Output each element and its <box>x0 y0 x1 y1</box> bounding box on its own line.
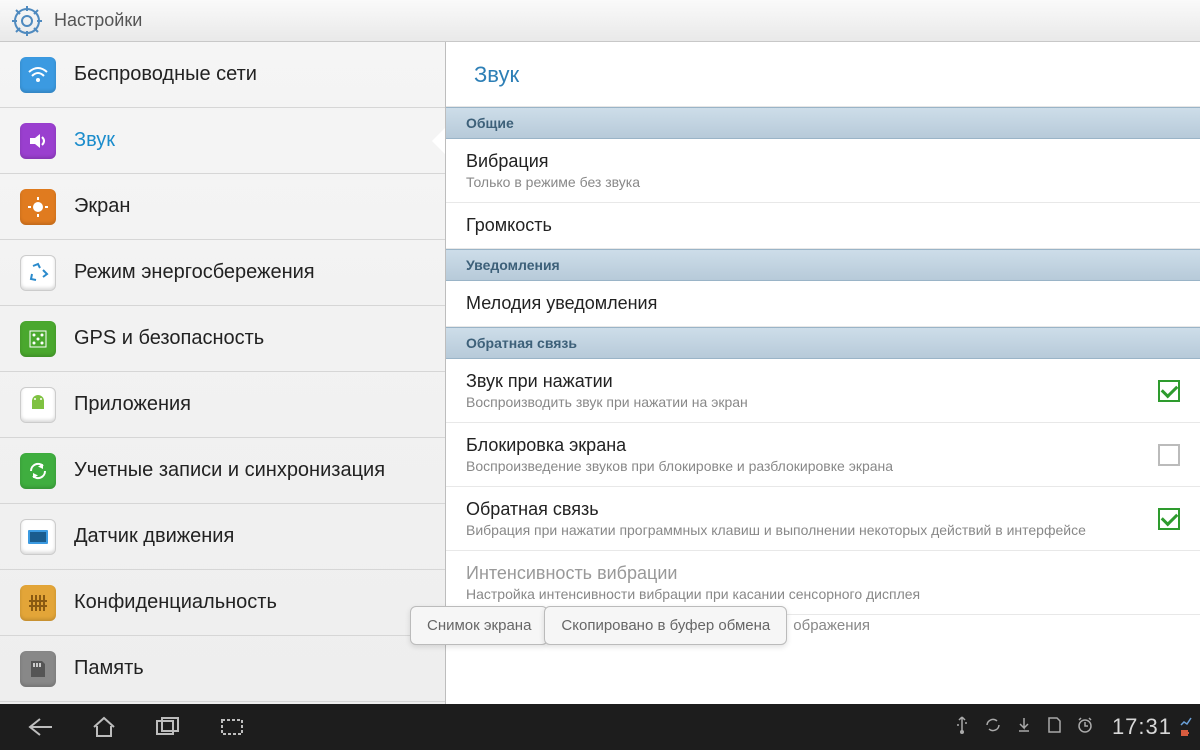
row-touch-sounds[interactable]: Звук при нажатии Воспроизводить звук при… <box>446 359 1200 423</box>
sync-status-icon <box>984 716 1002 739</box>
row-subtitle: Только в режиме без звука <box>466 174 1180 190</box>
section-header-feedback: Обратная связь <box>446 327 1200 359</box>
sidebar-item-label: Память <box>74 657 144 680</box>
sidebar-item-label: Режим энергосбережения <box>74 261 315 284</box>
toast-container: Снимок экрана Скопировано в буфер обмена… <box>410 606 870 645</box>
section-header-general: Общие <box>446 107 1200 139</box>
row-vibration[interactable]: Вибрация Только в режиме без звука <box>446 139 1200 203</box>
sidebar: Беспроводные сети Звук Экран Режим энерг… <box>0 42 446 704</box>
row-screen-lock-sound[interactable]: Блокировка экрана Воспроизведение звуков… <box>446 423 1200 487</box>
row-subtitle: Воспроизведение звуков при блокировке и … <box>466 458 1158 474</box>
page-title: Настройки <box>54 10 142 31</box>
back-button[interactable] <box>8 704 72 750</box>
sidebar-item-storage[interactable]: Память <box>0 636 445 702</box>
system-navbar: 17:31 <box>0 704 1200 750</box>
section-header-notifications: Уведомления <box>446 249 1200 281</box>
motion-icon <box>20 519 56 555</box>
row-haptic-feedback[interactable]: Обратная связь Вибрация при нажатии прог… <box>446 487 1200 551</box>
sidebar-item-label: Приложения <box>74 393 191 416</box>
row-title: Громкость <box>466 215 1180 236</box>
row-title: Обратная связь <box>466 499 1158 520</box>
recent-apps-button[interactable] <box>136 704 200 750</box>
recycle-icon <box>20 255 56 291</box>
sidebar-item-label: Конфиденциальность <box>74 591 277 614</box>
usb-icon <box>954 715 970 740</box>
apps-icon <box>20 387 56 423</box>
sidebar-item-power-saving[interactable]: Режим энергосбережения <box>0 240 445 306</box>
sidebar-item-label: Учетные записи и синхронизация <box>74 459 385 482</box>
status-icons[interactable] <box>954 715 1094 740</box>
alarm-icon <box>1076 716 1094 739</box>
storage-icon <box>20 651 56 687</box>
sidebar-item-label: Беспроводные сети <box>74 63 257 86</box>
sidebar-item-gps-security[interactable]: GPS и безопасность <box>0 306 445 372</box>
sound-icon <box>20 123 56 159</box>
sidebar-item-privacy[interactable]: Конфиденциальность <box>0 570 445 636</box>
sidebar-item-label: Датчик движения <box>74 525 234 548</box>
display-icon <box>20 189 56 225</box>
toast-tail-text: ображения <box>793 617 870 634</box>
home-button[interactable] <box>72 704 136 750</box>
clock[interactable]: 17:31 <box>1112 714 1172 740</box>
screenshot-button[interactable] <box>200 704 264 750</box>
sidebar-item-wireless[interactable]: Беспроводные сети <box>0 42 445 108</box>
wifi-icon <box>20 57 56 93</box>
checkbox[interactable] <box>1158 508 1180 530</box>
settings-gear-icon <box>12 6 42 36</box>
sidebar-item-label: Звук <box>74 129 115 152</box>
content-header: Звук <box>446 42 1200 107</box>
sidebar-item-label: Экран <box>74 195 130 218</box>
row-title: Интенсивность вибрации <box>466 563 1180 584</box>
row-subtitle: Вибрация при нажатии программных клавиш … <box>466 522 1158 538</box>
content-panel: Звук Общие Вибрация Только в режиме без … <box>446 42 1200 704</box>
sidebar-item-sound[interactable]: Звук <box>0 108 445 174</box>
toast-screenshot: Снимок экрана <box>410 606 548 645</box>
privacy-icon <box>20 585 56 621</box>
toast-clipboard: Скопировано в буфер обмена <box>544 606 787 645</box>
sync-icon <box>20 453 56 489</box>
sidebar-item-apps[interactable]: Приложения <box>0 372 445 438</box>
row-notification-sound[interactable]: Мелодия уведомления <box>446 281 1200 327</box>
checkbox[interactable] <box>1158 444 1180 466</box>
sidebar-item-accounts-sync[interactable]: Учетные записи и синхронизация <box>0 438 445 504</box>
titlebar: Настройки <box>0 0 1200 42</box>
row-title: Вибрация <box>466 151 1180 172</box>
row-title: Блокировка экрана <box>466 435 1158 456</box>
checkbox[interactable] <box>1158 380 1180 402</box>
sidebar-item-label: GPS и безопасность <box>74 327 264 350</box>
row-title: Мелодия уведомления <box>466 293 1180 314</box>
row-title: Звук при нажатии <box>466 371 1158 392</box>
row-volume[interactable]: Громкость <box>446 203 1200 249</box>
row-subtitle: Настройка интенсивности вибрации при кас… <box>466 586 1180 602</box>
row-subtitle: Воспроизводить звук при нажатии на экран <box>466 394 1158 410</box>
sidebar-item-display[interactable]: Экран <box>0 174 445 240</box>
download-icon <box>1016 716 1032 739</box>
sdcard-icon <box>1046 716 1062 739</box>
signal-battery-icons <box>1180 716 1192 738</box>
gps-icon <box>20 321 56 357</box>
sidebar-item-motion[interactable]: Датчик движения <box>0 504 445 570</box>
